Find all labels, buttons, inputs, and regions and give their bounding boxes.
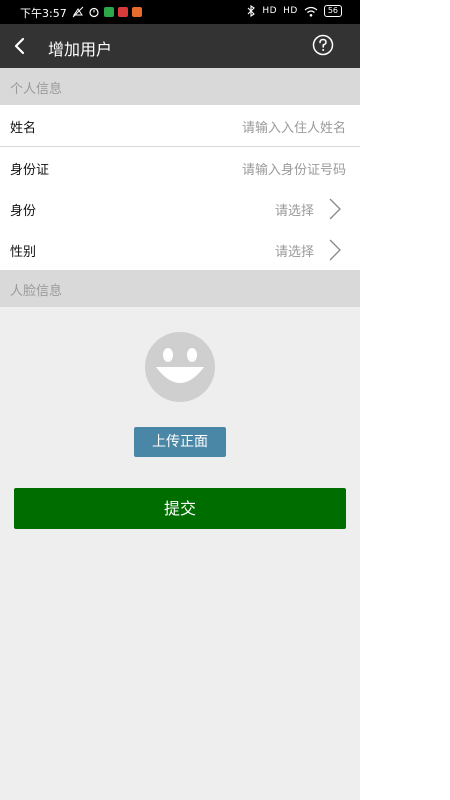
gender-select-row[interactable]: 性别 请选择 — [0, 229, 360, 271]
gender-label: 性别 — [10, 245, 37, 260]
app-notification-icon-orange — [132, 7, 142, 17]
section-header-face-info: 人脸信息 — [0, 270, 360, 307]
name-input[interactable]: 请输入入住人姓名 — [242, 117, 346, 136]
gender-select-value[interactable]: 请选择 — [275, 241, 314, 260]
name-label: 姓名 — [10, 121, 37, 136]
app-notification-icon-green — [104, 7, 114, 17]
wifi-icon — [304, 6, 318, 17]
id-card-input[interactable]: 请输入身份证号码 — [242, 159, 346, 178]
mute-icon — [72, 6, 84, 18]
name-field-row[interactable]: 姓名 请输入入住人姓名 — [0, 105, 360, 147]
page-title: 增加用户 — [48, 40, 113, 59]
id-card-field-row[interactable]: 身份证 请输入身份证号码 — [0, 147, 360, 189]
bluetooth-icon — [248, 5, 256, 17]
section-header-personal-info: 个人信息 — [0, 68, 360, 105]
identity-select-value[interactable]: 请选择 — [275, 200, 314, 219]
chevron-right-icon — [329, 198, 341, 220]
screen: 下午3:57 HD HD 56 增加用户 个人信息 姓名 请输入入住人姓名 身份… — [0, 0, 360, 800]
section-title-personal-info: 个人信息 — [10, 82, 63, 97]
app-notification-icon-red — [118, 7, 128, 17]
back-arrow-icon[interactable] — [6, 32, 34, 60]
signal-icon-2: HD — [283, 6, 298, 16]
id-card-label: 身份证 — [10, 163, 50, 178]
face-placeholder-icon — [145, 332, 215, 402]
battery-icon: 56 — [323, 5, 342, 17]
signal-icon-1: HD — [262, 6, 278, 16]
upload-front-photo-button[interactable]: 上传正面 — [134, 427, 226, 457]
identity-label: 身份 — [10, 204, 37, 219]
chevron-right-icon — [329, 239, 341, 261]
status-bar: 下午3:57 HD HD 56 — [0, 0, 360, 24]
identity-select-row[interactable]: 身份 请选择 — [0, 188, 360, 230]
alarm-icon — [89, 7, 99, 18]
submit-button[interactable]: 提交 — [14, 488, 346, 529]
app-bar: 增加用户 — [0, 24, 360, 68]
section-title-face-info: 人脸信息 — [10, 284, 63, 299]
status-time: 下午3:57 — [20, 7, 67, 20]
status-system-icons: HD HD 56 — [246, 5, 342, 17]
status-notification-icons — [72, 6, 142, 18]
help-icon[interactable] — [312, 34, 334, 56]
